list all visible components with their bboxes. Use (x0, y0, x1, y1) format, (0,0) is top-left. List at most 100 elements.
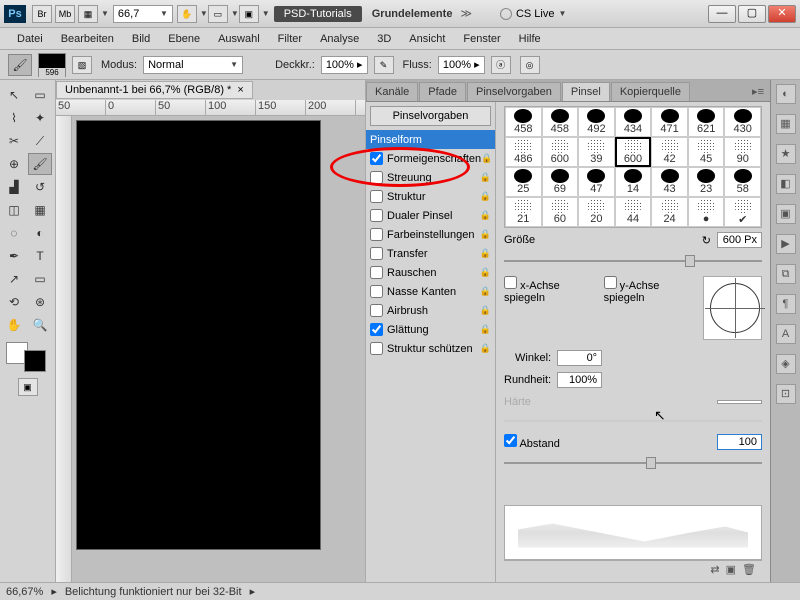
roundness-field[interactable]: 100% (557, 372, 602, 388)
bridge-button[interactable]: Br (32, 5, 52, 23)
shape-tool[interactable]: ▭ (28, 268, 52, 290)
zoom-field[interactable]: 66,7▼ (113, 5, 173, 23)
brush-opt-0[interactable]: Pinselform (366, 130, 495, 149)
brush-opt-9[interactable]: Airbrush🔒 (366, 301, 495, 320)
menu-3d[interactable]: 3D (368, 30, 400, 48)
brush-opt-11[interactable]: Struktur schützen🔒 (366, 339, 495, 358)
lasso-tool[interactable]: ⌇ (2, 107, 26, 129)
brush-thumb-18[interactable]: 43 (651, 167, 688, 197)
trash-icon[interactable]: 🗑 (742, 563, 756, 576)
menu-bearbeiten[interactable]: Bearbeiten (52, 30, 123, 48)
view-extras-button[interactable]: ▦ (78, 5, 98, 23)
lock-icon[interactable]: 🔒 (480, 172, 491, 183)
lock-icon[interactable]: 🔒 (480, 343, 491, 354)
brush-opt-8[interactable]: Nasse Kanten🔒 (366, 282, 495, 301)
new-icon[interactable]: ▣ (726, 563, 736, 576)
brush-thumb-10[interactable]: 600 (615, 137, 652, 167)
blend-mode-select[interactable]: Normal▼ (143, 56, 243, 74)
menu-datei[interactable]: Datei (8, 30, 52, 48)
dock-char-icon[interactable]: A (776, 324, 796, 344)
dock-mask-icon[interactable]: ▣ (776, 204, 796, 224)
eraser-tool[interactable]: ◫ (2, 199, 26, 221)
document-tab[interactable]: Unbenannt-1 bei 66,7% (RGB/8) *× (56, 81, 253, 99)
tab-kopierquelle[interactable]: Kopierquelle (611, 82, 690, 101)
type-tool[interactable]: T (28, 245, 52, 267)
cslive-button[interactable]: CS Live▼ (500, 8, 566, 20)
menu-fenster[interactable]: Fenster (454, 30, 509, 48)
brush-thumb-20[interactable]: 58 (724, 167, 761, 197)
lock-icon[interactable]: 🔒 (480, 267, 491, 278)
brush-thumb-15[interactable]: 69 (542, 167, 579, 197)
lock-icon[interactable]: 🔒 (480, 210, 491, 221)
dock-styles-icon[interactable]: ★ (776, 144, 796, 164)
marquee-tool[interactable]: ▭ (28, 84, 52, 106)
pressure-size-icon[interactable]: ◎ (520, 56, 540, 74)
lock-icon[interactable]: 🔒 (480, 191, 491, 202)
zoom-tool[interactable]: 🔍 (28, 314, 52, 336)
size-slider[interactable] (504, 254, 762, 268)
brush-thumb-11[interactable]: 42 (651, 137, 688, 167)
lock-icon[interactable]: 🔒 (480, 324, 491, 335)
brush-opt-2[interactable]: Streuung🔒 (366, 168, 495, 187)
dock-play-icon[interactable]: ▶ (776, 234, 796, 254)
brush-opt-7[interactable]: Rauschen🔒 (366, 263, 495, 282)
menu-bild[interactable]: Bild (123, 30, 159, 48)
brush-thumb-22[interactable]: 60 (542, 197, 579, 227)
close-icon[interactable]: × (237, 84, 243, 96)
menu-auswahl[interactable]: Auswahl (209, 30, 269, 48)
tab-pinsel[interactable]: Pinsel (562, 82, 610, 101)
lock-icon[interactable]: 🔒 (480, 286, 491, 297)
minimize-button[interactable]: — (708, 5, 736, 23)
canvas-area[interactable] (72, 116, 365, 582)
panel-menu-icon[interactable]: ▸≡ (746, 82, 770, 101)
menu-ebene[interactable]: Ebene (159, 30, 209, 48)
crop-tool[interactable]: ✂ (2, 130, 26, 152)
flow-field[interactable]: 100% ▸ (438, 56, 485, 74)
dock-swatches-icon[interactable]: ▦ (776, 114, 796, 134)
maximize-button[interactable]: ▢ (738, 5, 766, 23)
brush-thumb-5[interactable]: 621 (688, 107, 725, 137)
lock-icon[interactable]: 🔒 (480, 305, 491, 316)
brush-thumb-7[interactable]: 486 (505, 137, 542, 167)
workspace-name[interactable]: PSD-Tutorials (274, 6, 362, 22)
size-field[interactable]: 600 Px (717, 232, 762, 248)
brush-opt-5[interactable]: Farbeinstellungen🔒 (366, 225, 495, 244)
menu-ansicht[interactable]: Ansicht (400, 30, 454, 48)
brush-thumb-21[interactable]: 21 (505, 197, 542, 227)
brush-opt-1[interactable]: Formeigenschaften🔒 (366, 149, 495, 168)
tab-kanäle[interactable]: Kanäle (366, 82, 418, 101)
eyedropper-tool[interactable]: ⟋ (28, 130, 52, 152)
path-tool[interactable]: ↗ (2, 268, 26, 290)
dock-layers-icon[interactable]: ◈ (776, 354, 796, 374)
gradient-tool[interactable]: ▦ (28, 199, 52, 221)
hand-tool[interactable]: ✋ (2, 314, 26, 336)
tool-preset[interactable]: 🖌 (8, 54, 32, 76)
history-brush-tool[interactable]: ↺ (28, 176, 52, 198)
pen-tool[interactable]: ✒ (2, 245, 26, 267)
dock-para-icon[interactable]: ¶ (776, 294, 796, 314)
brush-thumb-27[interactable]: ✔ (724, 197, 761, 227)
screen-mode-button[interactable]: ▣ (239, 5, 259, 23)
document-canvas[interactable] (76, 120, 321, 550)
brush-preview[interactable] (38, 53, 66, 77)
dock-hist-icon[interactable]: ⧉ (776, 264, 796, 284)
close-button[interactable]: ✕ (768, 5, 796, 23)
brush-presets-button[interactable]: Pinselvorgaben (370, 106, 491, 126)
lock-icon[interactable]: 🔒 (480, 229, 491, 240)
menu-analyse[interactable]: Analyse (311, 30, 368, 48)
color-swatches[interactable] (6, 342, 46, 372)
opacity-pressure-icon[interactable]: ✎ (374, 56, 394, 74)
workspace-more[interactable]: ≫ (460, 7, 472, 20)
airbrush-icon[interactable]: ⓐ (491, 56, 511, 74)
dodge-tool[interactable]: ◐ (28, 222, 52, 244)
brush-thumb-6[interactable]: 430 (724, 107, 761, 137)
tab-pinselvorgaben[interactable]: Pinselvorgaben (467, 82, 561, 101)
brush-opt-4[interactable]: Dualer Pinsel🔒 (366, 206, 495, 225)
status-zoom[interactable]: 66,67% (6, 586, 43, 598)
brush-thumbnails[interactable]: 4584584924344716214304866003960042459025… (504, 106, 762, 228)
brush-thumb-2[interactable]: 492 (578, 107, 615, 137)
brush-thumb-12[interactable]: 45 (688, 137, 725, 167)
menu-filter[interactable]: Filter (269, 30, 311, 48)
wand-tool[interactable]: ✦ (28, 107, 52, 129)
minibridge-button[interactable]: Mb (55, 5, 75, 23)
